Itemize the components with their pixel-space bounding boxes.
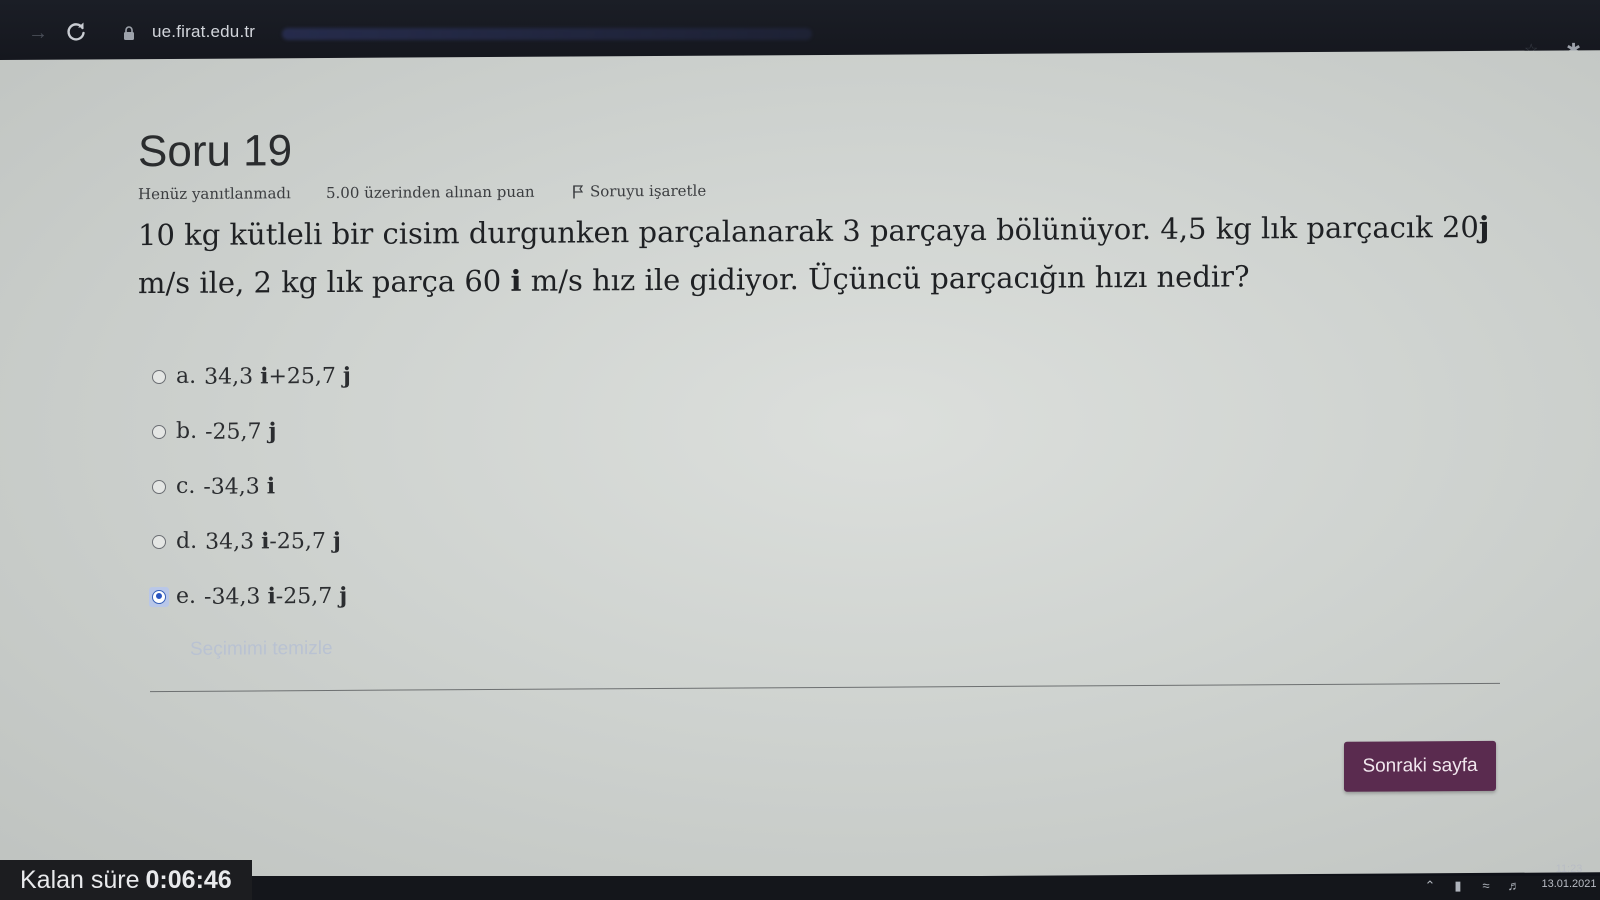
radio-button[interactable] <box>152 479 166 494</box>
os-taskbar <box>252 876 1600 900</box>
answer-option-b[interactable]: b. -25,7 j <box>152 403 351 459</box>
timer-value: 0:06:46 <box>145 865 232 894</box>
quiz-page: Soru 19 Henüz yanıtlanmadı 5.00 üzerinde… <box>0 50 1600 883</box>
clear-choice-link[interactable]: Seçimimi temizle <box>190 638 333 661</box>
address-bar-path-blurred <box>282 28 812 40</box>
answer-option-c[interactable]: c. -34,3 i <box>152 458 351 514</box>
flag-icon <box>573 185 584 199</box>
system-tray: ⌃ ▮ ≈ ♬ <box>1422 878 1522 894</box>
address-bar-url[interactable]: ue.firat.edu.tr <box>152 22 255 42</box>
option-letter: e. <box>176 583 197 609</box>
question-points: 5.00 üzerinden alınan puan <box>326 182 535 203</box>
question-text-part: 10 kg kütleli bir cisim durgunken parçal… <box>138 209 1479 253</box>
option-letter: b. <box>176 418 198 444</box>
chevron-up-icon[interactable]: ⌃ <box>1422 878 1438 894</box>
system-clock[interactable]: 11:23 13.01.2021 <box>1540 862 1598 892</box>
radio-button[interactable] <box>152 369 166 384</box>
option-text: -34,3 i <box>203 472 276 500</box>
clock-time: 11:23 <box>1555 863 1583 875</box>
question-status: Henüz yanıtlanmadı <box>138 184 291 204</box>
wifi-icon[interactable]: ≈ <box>1478 878 1494 894</box>
radio-focus-highlight <box>149 586 169 607</box>
answer-option-e[interactable]: e. -34,3 i-25,7 j <box>149 568 351 624</box>
timer-label: Kalan süre <box>20 865 140 894</box>
forward-arrow-icon[interactable]: → <box>28 22 50 44</box>
radio-button[interactable] <box>152 534 166 549</box>
option-text: 34,3 i+25,7 j <box>204 362 351 390</box>
question-vector-j: j <box>1478 209 1490 244</box>
divider <box>150 682 1500 693</box>
next-page-button[interactable]: Sonraki sayfa <box>1344 740 1496 792</box>
answer-options: a. 34,3 i+25,7 j b. -25,7 j c. -34,3 i d… <box>149 348 351 624</box>
question-vector-i: i <box>510 263 522 298</box>
question-text-part: m/s hız ile gidiyor. Üçüncü parçacığın h… <box>521 259 1250 298</box>
option-letter: c. <box>176 473 196 499</box>
battery-icon[interactable]: ▮ <box>1450 878 1466 894</box>
option-text: 34,3 i-25,7 j <box>205 527 341 555</box>
question-title: Soru 19 <box>138 126 293 177</box>
reload-icon[interactable] <box>64 20 88 44</box>
answer-option-a[interactable]: a. 34,3 i+25,7 j <box>152 348 351 404</box>
radio-button-selected[interactable] <box>152 589 166 604</box>
option-text: -25,7 j <box>205 417 277 445</box>
remaining-time-box: Kalan süre 0:06:46 <box>0 860 252 900</box>
radio-button[interactable] <box>152 424 166 439</box>
question-text-part: m/s ile, 2 kg lık parça 60 <box>138 263 511 301</box>
option-letter: d. <box>176 528 198 554</box>
option-letter: a. <box>176 363 197 389</box>
question-text: 10 kg kütleli bir cisim durgunken parçal… <box>138 203 1518 307</box>
option-text: -34,3 i-25,7 j <box>204 582 348 610</box>
clock-date: 13.01.2021 <box>1541 878 1597 890</box>
flag-question-link[interactable]: Soruyu işaretle <box>572 182 706 201</box>
lock-icon <box>124 26 134 40</box>
flag-question-label: Soruyu işaretle <box>590 181 707 201</box>
answer-option-d[interactable]: d. 34,3 i-25,7 j <box>152 513 351 569</box>
volume-icon[interactable]: ♬ <box>1506 878 1522 894</box>
